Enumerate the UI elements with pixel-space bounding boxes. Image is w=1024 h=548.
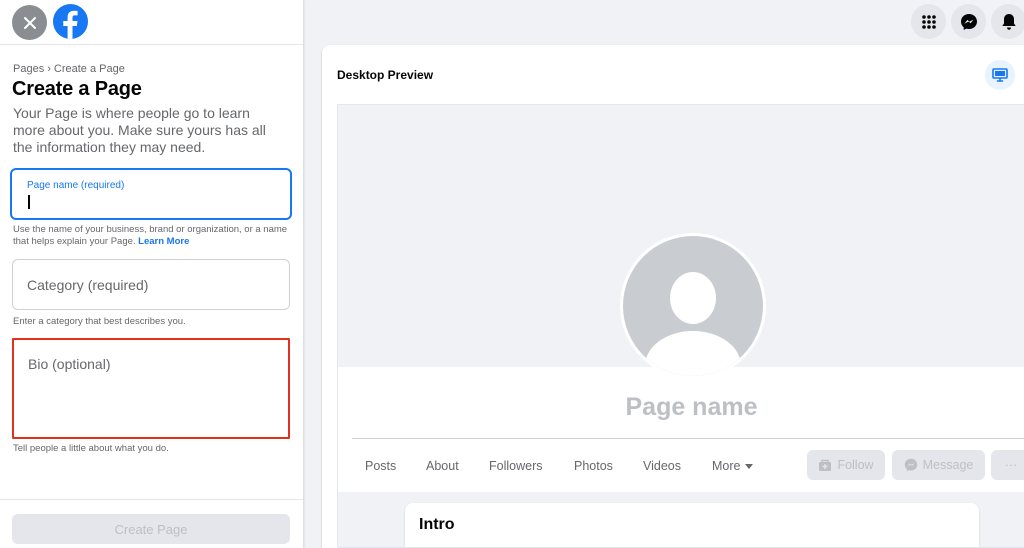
bio-field[interactable]: Bio (optional) bbox=[12, 338, 290, 439]
desktop-view-toggle[interactable] bbox=[985, 60, 1015, 90]
bio-placeholder: Bio (optional) bbox=[28, 356, 111, 372]
messenger-icon bbox=[904, 458, 917, 472]
messenger-button[interactable] bbox=[951, 4, 986, 39]
tab-photos[interactable]: Photos bbox=[574, 459, 613, 473]
intro-card: Intro bbox=[405, 503, 979, 547]
messenger-icon bbox=[960, 13, 977, 30]
left-panel-footer: Create Page bbox=[0, 499, 303, 548]
notifications-button[interactable] bbox=[991, 4, 1024, 39]
page-name-help: Use the name of your business, brand or … bbox=[13, 224, 293, 248]
message-label: Message bbox=[922, 458, 974, 472]
avatar-head-shape bbox=[670, 272, 716, 324]
create-page-panel: Pages › Create a Page Create a Page Your P… bbox=[0, 0, 303, 548]
breadcrumb-pages-link[interactable]: Pages bbox=[13, 63, 44, 75]
menu-grid-icon bbox=[921, 14, 936, 29]
tab-videos[interactable]: Videos bbox=[643, 459, 681, 473]
page-name-label: Page name (required) bbox=[27, 180, 125, 191]
tab-more-label: More bbox=[712, 459, 741, 473]
text-cursor bbox=[28, 195, 30, 209]
avatar-placeholder-icon bbox=[623, 236, 763, 376]
page-description: Your Page is where people go to learn mo… bbox=[13, 105, 266, 155]
facebook-logo-icon[interactable] bbox=[53, 4, 88, 39]
page-title: Create a Page bbox=[12, 78, 142, 100]
avatar-body-shape bbox=[645, 331, 741, 376]
follow-label: Follow bbox=[837, 458, 874, 472]
profile-divider bbox=[352, 438, 1024, 439]
menu-button[interactable] bbox=[911, 4, 946, 39]
tab-about[interactable]: About bbox=[426, 459, 459, 473]
learn-more-link[interactable]: Learn More bbox=[138, 236, 189, 247]
bio-help: Tell people a little about what you do. bbox=[13, 443, 169, 454]
close-button[interactable] bbox=[12, 5, 47, 40]
breadcrumb-current: Create a Page bbox=[53, 63, 125, 75]
follow-icon bbox=[819, 459, 832, 471]
tab-posts[interactable]: Posts bbox=[365, 459, 396, 473]
desktop-preview-card: Desktop Preview Page name Posts About Fo… bbox=[322, 45, 1024, 548]
create-page-button[interactable]: Create Page bbox=[12, 514, 290, 544]
preview-page-name: Page name bbox=[625, 393, 758, 421]
desktop-monitor-icon bbox=[992, 68, 1008, 82]
more-dots-icon: ··· bbox=[1004, 458, 1018, 472]
category-help: Enter a category that best describes you… bbox=[13, 316, 186, 327]
caret-down-icon bbox=[745, 463, 754, 469]
follow-button[interactable]: Follow bbox=[807, 450, 885, 480]
breadcrumb: Pages › Create a Page bbox=[13, 63, 125, 75]
tab-more[interactable]: More bbox=[712, 459, 754, 473]
message-button[interactable]: Message bbox=[892, 450, 985, 480]
close-icon bbox=[23, 16, 36, 29]
notifications-bell-icon bbox=[1001, 13, 1016, 30]
page-name-field[interactable]: Page name (required) bbox=[10, 168, 292, 220]
category-field[interactable]: Category (required) bbox=[12, 259, 290, 310]
tab-followers[interactable]: Followers bbox=[489, 459, 543, 473]
intro-title: Intro bbox=[419, 516, 455, 533]
more-actions-button[interactable]: ··· bbox=[991, 450, 1024, 480]
left-panel-header bbox=[0, 0, 303, 45]
preview-title: Desktop Preview bbox=[337, 68, 434, 82]
breadcrumb-separator: › bbox=[47, 63, 51, 75]
category-placeholder: Category (required) bbox=[27, 277, 149, 293]
page-preview: Page name Posts About Followers Photos V… bbox=[337, 104, 1024, 548]
profile-avatar bbox=[620, 233, 766, 379]
